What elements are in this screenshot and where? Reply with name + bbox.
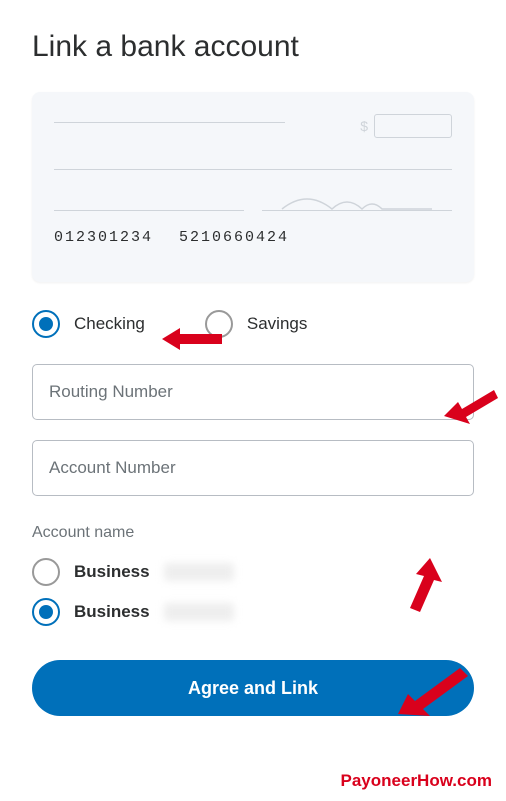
sample-routing-number: 012301234 <box>54 229 153 246</box>
routing-number-input[interactable] <box>32 364 474 420</box>
account-type-group: Checking Savings <box>32 310 474 338</box>
check-amount-words-line <box>54 169 452 170</box>
check-payee-line <box>54 122 285 123</box>
dollar-sign-icon: $ <box>360 118 368 134</box>
savings-radio[interactable]: Savings <box>205 310 307 338</box>
account-name-label-2: Business <box>74 602 150 622</box>
account-number-input[interactable] <box>32 440 474 496</box>
radio-icon <box>32 310 60 338</box>
check-amount-area: $ <box>360 114 452 138</box>
check-signature-line <box>262 210 452 211</box>
check-micr-line: 012301234 5210660424 <box>54 229 452 246</box>
sample-account-number: 5210660424 <box>179 229 289 246</box>
checking-radio[interactable]: Checking <box>32 310 145 338</box>
account-name-label-1: Business <box>74 562 150 582</box>
check-memo-line <box>54 210 244 211</box>
savings-label: Savings <box>247 314 307 334</box>
page-title: Link a bank account <box>32 30 474 64</box>
account-name-heading: Account name <box>32 524 474 542</box>
checking-label: Checking <box>74 314 145 334</box>
check-illustration: $ 012301234 5210660424 <box>32 92 474 282</box>
watermark-text: PayoneerHow.com <box>341 771 492 791</box>
radio-icon <box>32 558 60 586</box>
agree-and-link-button[interactable]: Agree and Link <box>32 660 474 716</box>
signature-squiggle-icon <box>262 187 452 211</box>
account-name-option-2[interactable]: Business <box>32 598 474 626</box>
radio-icon <box>205 310 233 338</box>
redacted-text <box>164 563 234 581</box>
redacted-text <box>164 603 234 621</box>
radio-icon <box>32 598 60 626</box>
account-name-option-1[interactable]: Business <box>32 558 474 586</box>
check-amount-box <box>374 114 452 138</box>
